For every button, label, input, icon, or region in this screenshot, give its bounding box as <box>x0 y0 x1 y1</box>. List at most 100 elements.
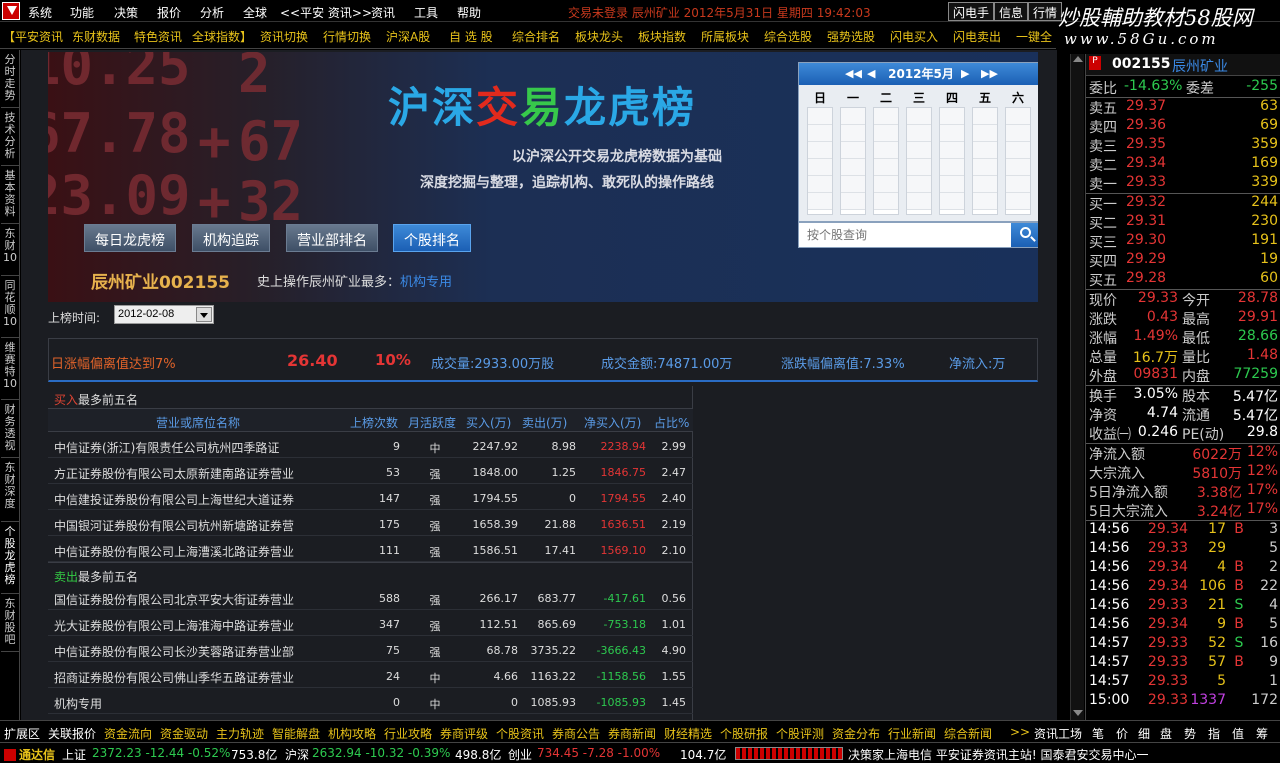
menu-help[interactable]: 帮助 <box>457 4 481 21</box>
bottom-tab-item[interactable]: 筹 <box>1256 725 1268 742</box>
next-year-icon[interactable]: ▶▶ <box>981 63 998 85</box>
sidebar-tab-ths10[interactable]: 同花顺10 <box>1 278 19 338</box>
bottom-tab-item[interactable]: 扩展区 <box>4 725 40 742</box>
toolbar-flash-sell[interactable]: 闪电卖出 <box>953 28 1001 45</box>
flash-trade-button[interactable]: 闪电手 <box>948 2 995 21</box>
toolbar-eastmoney-data[interactable]: 东财数据 <box>72 28 120 45</box>
toolbar-ranking[interactable]: 综合排名 <box>512 28 560 45</box>
calendar-day-column[interactable] <box>906 107 932 215</box>
toolbar-stock-screen[interactable]: 综合选股 <box>764 28 812 45</box>
bottom-tab-item[interactable]: 资金流向 <box>104 725 152 742</box>
tab-stock-ranking[interactable]: 个股排名 <box>393 224 471 252</box>
menu-function[interactable]: 功能 <box>70 4 94 21</box>
bottom-tab-item[interactable]: 行业新闻 <box>888 725 936 742</box>
stock-search-input[interactable] <box>801 225 1009 245</box>
bottom-tab-item[interactable]: 财经精选 <box>664 725 712 742</box>
toolbar-news-switch[interactable]: 资讯切换 <box>260 28 308 45</box>
bottom-tab-item[interactable]: 笔 <box>1092 725 1104 742</box>
bottom-tab-item[interactable]: 券商评级 <box>440 725 488 742</box>
bottom-tab-item[interactable]: >> <box>1010 725 1030 739</box>
info-button[interactable]: 信息 <box>994 2 1029 21</box>
sidebar-tab-eastmoney10[interactable]: 东财10 <box>1 226 19 276</box>
table-row[interactable]: 光大证券股份有限公司上海淮海中路证券营业 347 强 112.51 865.69 -753… <box>48 610 693 636</box>
sidebar-tab-depth[interactable]: 东财深度 <box>1 460 19 522</box>
sidebar-tab-finance[interactable]: 财务透视 <box>1 402 19 458</box>
table-row[interactable]: 中信证券股份有限公司长沙芙蓉路证券营业部 75 强 68.78 3735.22 -3666… <box>48 636 693 662</box>
table-row[interactable]: 国信证券股份有限公司北京平安大街证券营业 588 强 266.17 683.77 -417… <box>48 584 693 610</box>
menu-analysis[interactable]: 分析 <box>200 4 224 21</box>
bottom-tab-item[interactable]: 综合新闻 <box>944 725 992 742</box>
toolbar-a-shares[interactable]: 沪深A股 <box>386 28 430 45</box>
calendar-day-column[interactable] <box>873 107 899 215</box>
toolbar-one-click[interactable]: 一键全 <box>1016 28 1052 45</box>
calendar-day-column[interactable] <box>972 107 998 215</box>
bottom-tab-item[interactable]: 资金驱动 <box>160 725 208 742</box>
pin-icon[interactable]: P <box>1089 56 1101 70</box>
menu-news[interactable]: 资讯 <box>371 4 395 21</box>
table-row[interactable]: 机构专用 0 中 0 1085.93 -1085.93 1.45 <box>48 688 693 714</box>
bottom-tab-item[interactable]: 资金分布 <box>832 725 880 742</box>
bottom-tab-item[interactable]: 值 <box>1232 725 1244 742</box>
bottom-tab-item[interactable]: 盘 <box>1160 725 1172 742</box>
next-month-icon[interactable]: ▶ <box>961 63 969 85</box>
toolbar-strong-screen[interactable]: 强势选股 <box>827 28 875 45</box>
bottom-tab-item[interactable]: 主力轨迹 <box>216 725 264 742</box>
bottom-tab-item[interactable]: 指 <box>1208 725 1220 742</box>
date-select[interactable]: 2012-02-08 <box>114 305 214 324</box>
sidebar-tab-technical[interactable]: 技术分析 <box>1 110 19 166</box>
table-row[interactable]: 招商证券股份有限公司佛山季华五路证券营业 24 中 4.66 1163.22 -1158.… <box>48 662 693 688</box>
bottom-tab-item[interactable]: 智能解盘 <box>272 725 320 742</box>
top-trader-link[interactable]: 机构专用 <box>400 275 452 290</box>
bottom-tab-item[interactable]: 关联报价 <box>48 725 96 742</box>
toolbar-global-index[interactable]: 全球指数】 <box>192 28 252 45</box>
sidebar-tab-intraday[interactable]: 分时走势 <box>1 52 19 108</box>
menu-tools[interactable]: 工具 <box>414 4 438 21</box>
bottom-tab-item[interactable]: 个股评测 <box>776 725 824 742</box>
calendar-day-column[interactable] <box>1005 107 1031 215</box>
bottom-tab-item[interactable]: 细 <box>1138 725 1150 742</box>
calendar-day-column[interactable] <box>840 107 866 215</box>
toolbar-belong-sector[interactable]: 所属板块 <box>701 28 749 45</box>
bottom-tab-item[interactable]: 行业攻略 <box>384 725 432 742</box>
table-row[interactable]: 中信证券股份有限公司上海漕溪北路证券营业 111 强 1586.51 17.41 1569… <box>48 536 693 562</box>
bottom-tab-item[interactable]: 券商新闻 <box>608 725 656 742</box>
bottom-tab-item[interactable]: 个股研报 <box>720 725 768 742</box>
bottom-tab-item[interactable]: 价 <box>1116 725 1128 742</box>
menu-system[interactable]: 系统 <box>28 4 52 21</box>
toolbar-special-news[interactable]: 特色资讯 <box>134 28 182 45</box>
menu-quote[interactable]: 报价 <box>157 4 181 21</box>
table-row[interactable]: 中信建投证券股份有限公司上海世纪大道证券 147 强 1794.55 0 1794.55 2… <box>48 484 693 510</box>
prev-month-icon[interactable]: ◀ <box>867 63 875 85</box>
toolbar-market-switch[interactable]: 行情切换 <box>323 28 371 45</box>
bottom-tab-item[interactable]: 个股资讯 <box>496 725 544 742</box>
calendar-day-column[interactable] <box>807 107 833 215</box>
tab-daily-list[interactable]: 每日龙虎榜 <box>84 224 176 252</box>
sidebar-tab-forum[interactable]: 东财股吧 <box>1 596 19 652</box>
tab-institution-track[interactable]: 机构追踪 <box>192 224 270 252</box>
bottom-tab-item[interactable]: 券商公告 <box>552 725 600 742</box>
market-button[interactable]: 行情 <box>1028 2 1063 21</box>
scroll-up-icon[interactable] <box>1073 56 1083 62</box>
prev-year-icon[interactable]: ◀◀ <box>845 63 862 85</box>
sidebar-tab-dragon-tiger[interactable]: 个股龙虎榜 <box>1 524 19 594</box>
table-row[interactable]: 中信证券(浙江)有限责任公司杭州四季路证 9 中 2247.92 8.98 2238.94… <box>48 432 693 458</box>
tab-branch-ranking[interactable]: 营业部排名 <box>286 224 378 252</box>
search-button[interactable] <box>1011 223 1038 247</box>
bottom-tab-item[interactable]: 机构攻略 <box>328 725 376 742</box>
toolbar-pingan-news[interactable]: 【平安资讯 <box>3 28 63 45</box>
menu-decision[interactable]: 决策 <box>114 4 138 21</box>
toolbar-sector-leader[interactable]: 板块龙头 <box>575 28 623 45</box>
toolbar-watchlist[interactable]: 自 选 股 <box>449 28 493 45</box>
menu-global[interactable]: 全球 <box>243 4 267 21</box>
table-row[interactable]: 方正证券股份有限公司太原新建南路证券营业 53 强 1848.00 1.25 1846.7… <box>48 458 693 484</box>
calendar-day-column[interactable] <box>939 107 965 215</box>
menu-pingan-news[interactable]: <<平安 资讯>> <box>280 4 372 21</box>
sidebar-tab-fundamental[interactable]: 基本资料 <box>1 168 19 224</box>
main-scrollbar[interactable] <box>1070 54 1084 720</box>
bottom-tab-item[interactable]: 势 <box>1184 725 1196 742</box>
toolbar-sector-index[interactable]: 板块指数 <box>638 28 686 45</box>
sidebar-tab-vst10[interactable]: 维赛特10 <box>1 340 19 400</box>
table-row[interactable]: 中国银河证券股份有限公司杭州新塘路证券营 175 强 1658.39 21.88 1636… <box>48 510 693 536</box>
scroll-down-icon[interactable] <box>1073 710 1083 716</box>
toolbar-flash-buy[interactable]: 闪电买入 <box>890 28 938 45</box>
